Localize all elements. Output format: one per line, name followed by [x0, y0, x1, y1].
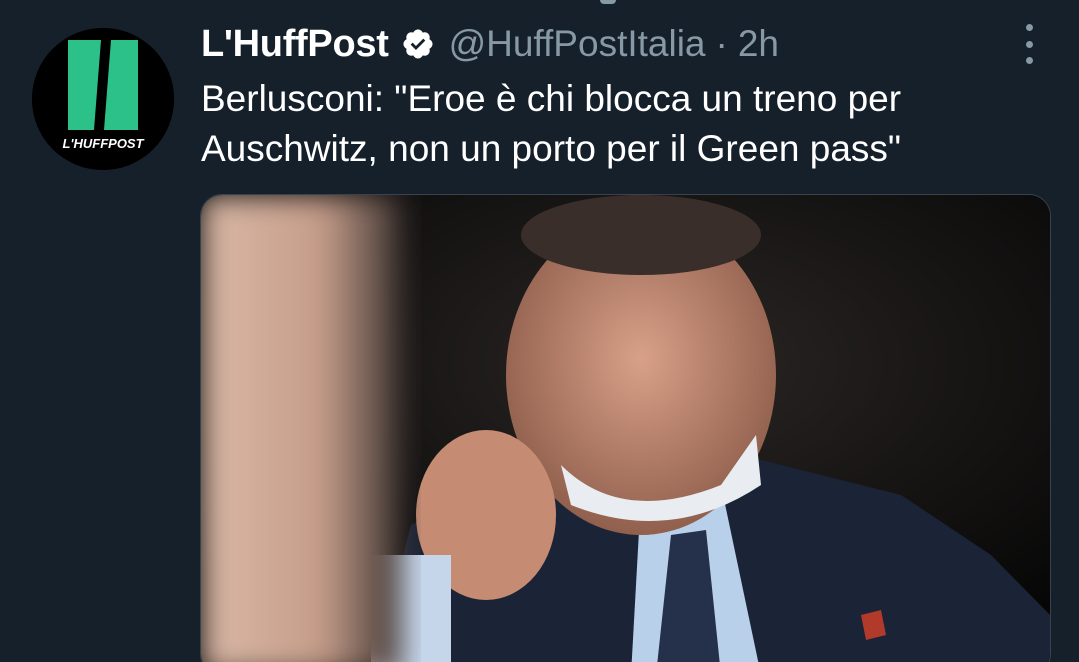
more-options-icon[interactable] [1019, 24, 1039, 64]
verified-badge-icon [401, 27, 435, 61]
more-dot [1025, 57, 1033, 64]
huffpost-logo: L'HUFFPOST [32, 28, 174, 170]
tweet-header: L'HuffPost @HuffPostItalia · 2h [201, 16, 779, 72]
photo-berlusconi-mask [201, 195, 1050, 662]
timestamp[interactable]: 2h [738, 23, 779, 65]
tweet-text: Berlusconi: "Eroe è chi blocca un treno … [201, 78, 902, 169]
tweet-media-photo[interactable] [200, 194, 1051, 662]
handle[interactable]: @HuffPostItalia [449, 23, 706, 65]
more-dot [1025, 40, 1033, 48]
avatar[interactable]: L'HUFFPOST [32, 28, 174, 170]
display-name[interactable]: L'HuffPost [201, 23, 389, 66]
tweet[interactable]: L'HUFFPOST L'HuffPost @HuffPostItalia · … [0, 0, 1079, 662]
more-dot [1025, 24, 1033, 31]
thread-indicator [600, 0, 616, 4]
separator-dot: · [715, 23, 728, 64]
avatar-logo-text: L'HUFFPOST [62, 136, 144, 151]
